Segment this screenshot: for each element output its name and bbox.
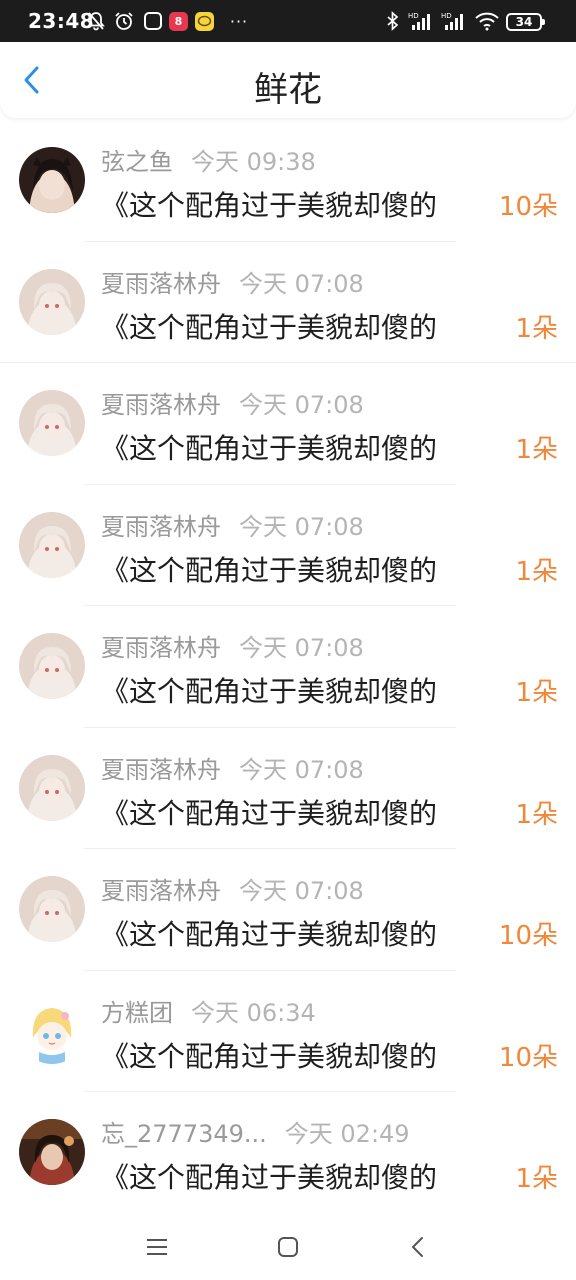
name-line: 夏雨落林舟 今天 07:08 <box>101 871 364 906</box>
book-title: 《这个配角过于美貌却傻的 <box>101 1161 438 1194</box>
flower-count: 10朵 <box>498 1042 558 1073</box>
status-time: 23:48 <box>28 9 95 33</box>
flower-count: 1朵 <box>515 799 558 830</box>
username[interactable]: 夏雨落林舟 <box>101 628 221 663</box>
app-notification-icon <box>144 12 162 30</box>
avatar[interactable] <box>19 876 85 942</box>
timestamp: 今天 07:08 <box>239 634 364 662</box>
wifi-icon <box>474 11 500 31</box>
book-title: 《这个配角过于美貌却傻的 <box>101 796 438 830</box>
avatar[interactable] <box>19 633 85 699</box>
recent-apps-button[interactable] <box>142 1232 172 1262</box>
username[interactable]: 夏雨落林舟 <box>101 507 221 542</box>
list-item[interactable]: 方糕团 今天 06:34 《这个配角过于美貌却傻的 10朵 <box>0 971 576 1092</box>
name-line: 方糕团 今天 06:34 <box>101 993 316 1028</box>
book-title: 《这个配角过于美貌却傻的 <box>101 553 438 587</box>
timestamp: 今天 09:38 <box>191 148 316 176</box>
username[interactable]: 方糕团 <box>101 993 173 1028</box>
app-notification-icon: 8 <box>169 12 188 31</box>
avatar[interactable] <box>19 511 85 578</box>
username[interactable]: 夏雨落林舟 <box>101 750 221 785</box>
list-item[interactable]: 夏雨落林舟 今天 07:08 《这个配角过于美貌却傻的 1朵 <box>0 363 576 485</box>
system-nav-bar <box>0 1210 576 1280</box>
flower-count: 10朵 <box>498 921 558 951</box>
status-bar: 23:48 8 ··· HD HD 34 <box>0 0 576 42</box>
book-title: 《这个配角过于美貌却傻的 <box>101 432 438 465</box>
name-line: 夏雨落林舟 今天 07:08 <box>101 385 364 420</box>
avatar[interactable] <box>19 997 85 1064</box>
bell-muted-icon <box>86 11 106 31</box>
signal-icon: HD <box>441 11 467 31</box>
flower-list: 弦之鱼 今天 09:38 《这个配角过于美貌却傻的 10朵 夏雨落林舟 今天 07:… <box>0 120 576 1214</box>
book-title: 《这个配角过于美貌却傻的 <box>101 918 438 951</box>
book-title: 《这个配角过于美貌却傻的 <box>101 675 438 708</box>
menu-icon <box>147 1239 167 1255</box>
timestamp: 今天 07:08 <box>239 269 364 298</box>
avatar[interactable] <box>19 754 85 821</box>
chat-app-icon <box>195 12 214 31</box>
svg-text:HD: HD <box>441 12 452 20</box>
flower-count: 1朵 <box>515 556 558 587</box>
timestamp: 今天 07:08 <box>239 512 364 541</box>
username[interactable]: 忘_2777349... <box>101 1114 267 1149</box>
svg-text:HD: HD <box>408 12 419 20</box>
list-item[interactable]: 夏雨落林舟 今天 07:08 《这个配角过于美貌却傻的 1朵 <box>0 242 576 363</box>
name-line: 忘_2777349... 今天 02:49 <box>101 1114 410 1149</box>
username[interactable]: 夏雨落林舟 <box>101 385 221 420</box>
book-title: 《这个配角过于美貌却傻的 <box>101 189 438 222</box>
more-notifications-icon: ··· <box>229 11 249 31</box>
username[interactable]: 夏雨落林舟 <box>101 264 221 299</box>
timestamp: 今天 07:08 <box>239 391 364 419</box>
list-item[interactable]: 夏雨落林舟 今天 07:08 《这个配角过于美貌却傻的 1朵 <box>0 606 576 728</box>
list-item[interactable]: 夏雨落林舟 今天 07:08 《这个配角过于美貌却傻的 1朵 <box>0 728 576 849</box>
signal-icon: HD <box>408 11 434 31</box>
name-line: 弦之鱼 今天 09:38 <box>101 142 316 177</box>
list-item[interactable]: 夏雨落林舟 今天 07:08 《这个配角过于美貌却傻的 1朵 <box>0 485 576 606</box>
flower-count: 10朵 <box>498 192 558 222</box>
home-square-icon <box>278 1237 298 1257</box>
flower-count: 1朵 <box>515 313 558 344</box>
book-title: 《这个配角过于美貌却傻的 <box>101 310 438 344</box>
flower-count: 1朵 <box>515 1164 558 1194</box>
list-item[interactable]: 忘_2777349... 今天 02:49 《这个配角过于美貌却傻的 1朵 <box>0 1092 576 1214</box>
name-line: 夏雨落林舟 今天 07:08 <box>101 264 364 299</box>
list-item[interactable]: 弦之鱼 今天 09:38 《这个配角过于美貌却傻的 10朵 <box>0 120 576 242</box>
username[interactable]: 夏雨落林舟 <box>101 871 221 906</box>
flower-count: 1朵 <box>515 678 558 708</box>
name-line: 夏雨落林舟 今天 07:08 <box>101 507 364 542</box>
avatar[interactable] <box>19 1119 85 1185</box>
page-title: 鲜花 <box>254 70 322 110</box>
chevron-left-icon <box>412 1237 423 1257</box>
header: 鲜花 <box>0 42 576 118</box>
home-button[interactable] <box>273 1232 303 1262</box>
bluetooth-icon <box>386 11 400 31</box>
list-item[interactable]: 夏雨落林舟 今天 07:08 《这个配角过于美貌却傻的 10朵 <box>0 849 576 971</box>
avatar[interactable] <box>19 147 85 213</box>
name-line: 夏雨落林舟 今天 07:08 <box>101 750 364 785</box>
timestamp: 今天 06:34 <box>191 998 316 1027</box>
avatar[interactable] <box>19 390 85 456</box>
alarm-icon <box>114 11 134 31</box>
book-title: 《这个配角过于美貌却傻的 <box>101 1039 438 1073</box>
battery-icon: 34 <box>506 13 545 31</box>
timestamp: 今天 02:49 <box>284 1120 410 1148</box>
flower-count: 1朵 <box>515 435 558 465</box>
username[interactable]: 弦之鱼 <box>101 142 173 177</box>
timestamp: 今天 07:08 <box>239 755 364 784</box>
system-back-button[interactable] <box>403 1232 433 1262</box>
timestamp: 今天 07:08 <box>239 877 364 905</box>
avatar[interactable] <box>19 268 85 335</box>
name-line: 夏雨落林舟 今天 07:08 <box>101 628 364 663</box>
